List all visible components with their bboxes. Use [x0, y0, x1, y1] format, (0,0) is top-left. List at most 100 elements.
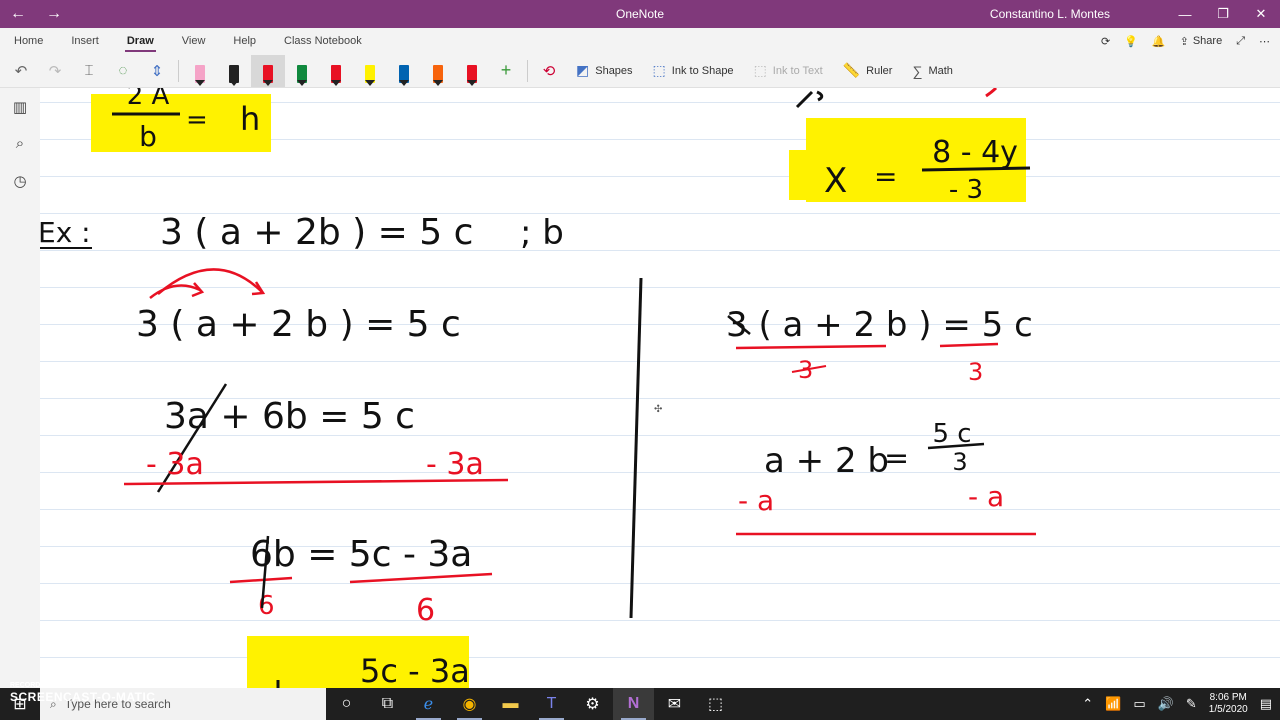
ruler-button[interactable]: 📏 Ruler [833, 56, 903, 86]
ink-equals-right: = [874, 160, 897, 193]
ink-solve-for: ; b [520, 213, 564, 253]
more-options-icon[interactable]: ⋯ [1259, 35, 1270, 48]
pen-7[interactable] [387, 55, 421, 87]
ink-cut-off-red-stroke [985, 88, 998, 98]
ink-to-shape-button[interactable]: ⬚ Ink to Shape [643, 56, 744, 86]
draw-toolbar: ↶ ↷ ⌶ ◌ ⇕ + ⟲ ◩ Shapes ⬚ Ink to Shape ⬚ Ink… [0, 54, 1280, 88]
user-name[interactable]: Constantino L. Montes [990, 7, 1110, 21]
clock-time: 8:06 PM [1209, 692, 1247, 703]
ink-step2-sub-left: - 3a [146, 447, 204, 482]
highlight-top-right-edge [789, 150, 829, 200]
shapes-label: Shapes [595, 64, 633, 77]
battery-icon[interactable]: ▭ [1133, 696, 1145, 712]
pen-6[interactable] [353, 55, 387, 87]
tab-help[interactable]: Help [219, 28, 270, 54]
pen-tip-icon [433, 79, 443, 86]
network-icon[interactable]: 📶 [1105, 696, 1121, 712]
pen-8[interactable] [421, 55, 455, 87]
pen-3[interactable] [251, 54, 285, 87]
volume-icon[interactable]: 🔊 [1158, 696, 1174, 712]
teams-icon[interactable]: T [531, 688, 572, 720]
pen-tip-icon [229, 79, 239, 86]
pen-1[interactable] [183, 55, 217, 87]
fullscreen-icon[interactable]: ⤢ [1236, 35, 1245, 48]
pen-tip-icon [365, 79, 375, 86]
settings-icon[interactable]: ⚙ [572, 688, 613, 720]
task-view-icon[interactable]: ⧉ [367, 688, 408, 720]
chrome-browser-icon[interactable]: ◉ [449, 688, 490, 720]
lightbulb-icon[interactable]: 💡 [1124, 35, 1138, 48]
ribbon-tabs: Home Insert Draw View Help Class Noteboo… [0, 28, 1280, 54]
bell-icon[interactable]: 🔔 [1152, 35, 1166, 48]
ink-step3-div-right: 6 [416, 593, 435, 628]
maximize-button[interactable]: ❐ [1204, 0, 1242, 28]
ink-fraction-bar-right [921, 166, 1031, 172]
pen-tip-icon [467, 79, 477, 86]
sync-icon[interactable]: ⟳ [1101, 35, 1110, 48]
taskbar-clock[interactable]: 8:06 PM 1/5/2020 [1209, 692, 1248, 716]
ink-h: h [240, 100, 260, 138]
lasso-select-icon[interactable]: ◌ [106, 56, 140, 86]
ink-8-minus-4y: 8 - 4y [932, 135, 1018, 170]
type-select-icon[interactable]: ⌶ [72, 56, 106, 86]
pen-tip-icon [297, 79, 307, 86]
tab-class-notebook[interactable]: Class Notebook [270, 28, 376, 54]
edge-browser-icon[interactable]: ℯ [408, 688, 449, 720]
tab-draw[interactable]: Draw [113, 28, 168, 54]
ruler-label: Ruler [866, 64, 893, 77]
ink-step1: 3 ( a + 2 b ) = 5 c [136, 304, 461, 345]
ink-to-text-button[interactable]: ⬚ Ink to Text [744, 56, 833, 86]
math-label: Math [928, 64, 953, 77]
ink-right-step2-lhs: a + 2 b [764, 441, 889, 481]
cortana-icon[interactable]: ○ [326, 688, 367, 720]
ink-layer: 2 A b = h X = 8 - 4y - 3 Ex : 3 ( a + 2b… [40, 88, 1036, 688]
back-arrow-icon[interactable]: ← [0, 5, 36, 23]
notification-center-icon[interactable]: ▤ [1260, 696, 1272, 712]
onenote-app-icon[interactable]: N [613, 688, 654, 720]
tab-view[interactable]: View [168, 28, 220, 54]
ink-right-step2-equals: = [884, 441, 909, 476]
share-button[interactable]: ⇪ Share [1180, 35, 1223, 48]
note-canvas[interactable]: 2 A b = h X = 8 - 4y - 3 Ex : 3 ( a + 2b… [40, 88, 1280, 688]
pen-workspace-icon[interactable]: ✎ [1186, 696, 1197, 712]
ink-to-text-label: Ink to Text [772, 64, 823, 77]
tab-home[interactable]: Home [0, 28, 57, 54]
file-explorer-icon[interactable]: ▬ [490, 688, 531, 720]
notebooks-icon[interactable]: ▥ [0, 88, 40, 125]
mail-icon[interactable]: ✉ [654, 688, 695, 720]
pen-9[interactable] [455, 55, 489, 87]
close-button[interactable]: ✕ [1242, 0, 1280, 28]
windows-taskbar: ⊞ ⌕ Type here to search ○ ⧉ ℯ ◉ ▬ T ⚙ N … [0, 688, 1280, 720]
ink-cut-off-stroke [795, 90, 824, 109]
ink-example-label: Ex : [40, 216, 91, 249]
pen-4[interactable] [285, 55, 319, 87]
title-bar: ← → OneNote Constantino L. Montes — ❐ ✕ [0, 0, 1280, 28]
ink-step3-div-left: 6 [258, 591, 275, 621]
tab-insert[interactable]: Insert [57, 28, 113, 54]
pen-2[interactable] [217, 55, 251, 87]
forward-arrow-icon[interactable]: → [36, 5, 72, 23]
chevron-up-icon[interactable]: ⌃ [1082, 696, 1093, 712]
pen-cursor-icon: ✣ [654, 404, 662, 415]
redo-icon[interactable]: ↷ [38, 56, 72, 86]
onenote-window: ← → OneNote Constantino L. Montes — ❐ ✕ … [0, 0, 1280, 720]
add-space-icon[interactable]: ⇕ [140, 56, 174, 86]
add-pen-icon[interactable]: + [489, 56, 523, 86]
shapes-button[interactable]: ◩ Shapes [566, 56, 643, 86]
ribbon-right-actions: ⟳ 💡 🔔 ⇪ Share ⤢ ⋯ [1101, 28, 1270, 54]
undo-icon[interactable]: ↶ [4, 56, 38, 86]
pen-tip-icon [399, 79, 409, 86]
ink-problem: 3 ( a + 2b ) = 5 c [160, 212, 473, 253]
pen-5[interactable] [319, 55, 353, 87]
math-icon: ∑ [912, 62, 923, 79]
ruler-icon: 📏 [842, 62, 861, 78]
minimize-button[interactable]: — [1166, 0, 1204, 28]
ink-replay-icon[interactable]: ⟲ [532, 56, 566, 86]
search-icon[interactable]: ⌕ [0, 125, 40, 162]
toolbar-divider [178, 59, 179, 82]
recent-notes-icon[interactable]: ◷ [0, 162, 40, 199]
ink-b: b [139, 120, 157, 153]
ink-right-step1: 3 ( a + 2 b ) = 5 c [726, 305, 1033, 345]
snipping-tool-icon[interactable]: ⬚ [695, 688, 736, 720]
math-button[interactable]: ∑ Math [902, 56, 962, 86]
